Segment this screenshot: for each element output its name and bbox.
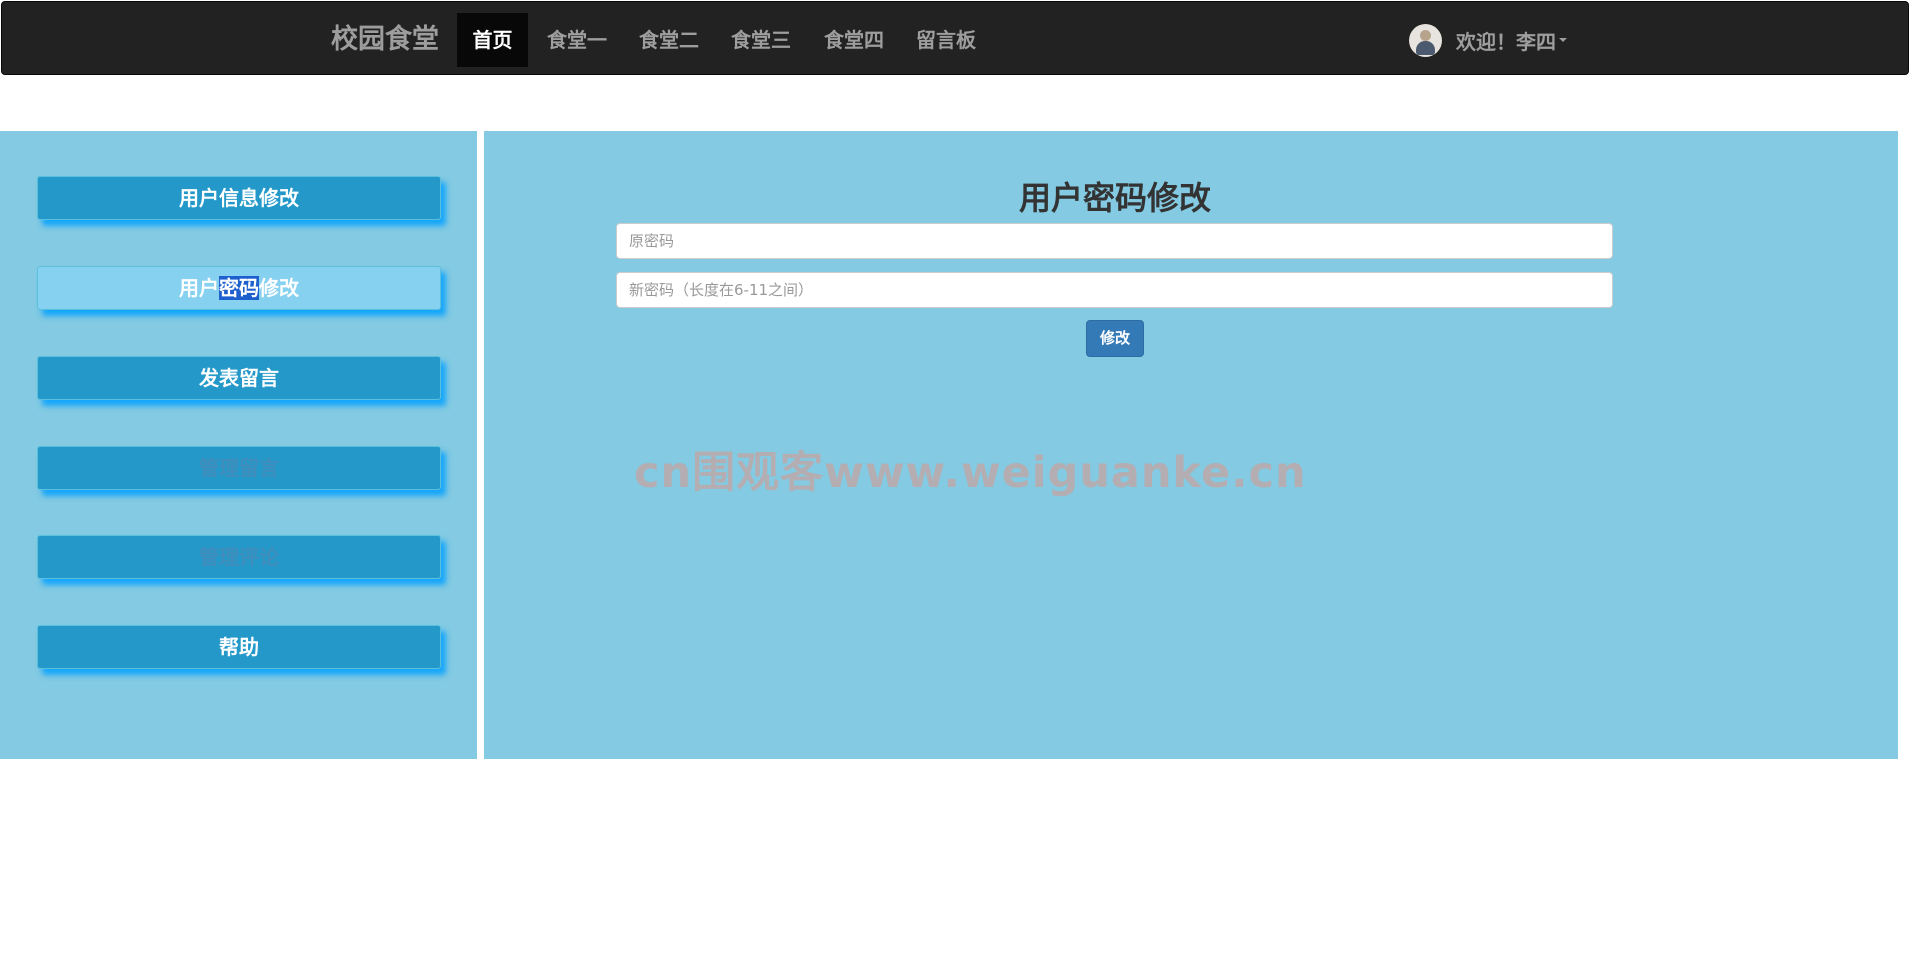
watermark: cn围观客www.weiguanke.cn [634, 448, 1307, 498]
nav-item-canteen-1[interactable]: 食堂一 [537, 13, 617, 67]
sidebar-item-manage-messages[interactable]: 管理留言 [37, 446, 441, 490]
nav-item-canteen-4[interactable]: 食堂四 [814, 13, 894, 67]
nav-item-message-board[interactable]: 留言板 [906, 13, 986, 67]
nav-item-canteen-2[interactable]: 食堂二 [629, 13, 709, 67]
sidebar: 用户信息修改 用户密码修改 发表留言 管理留言 管理评论 帮助 [0, 131, 477, 759]
sidebar-item-post-message[interactable]: 发表留言 [37, 356, 441, 400]
sidebar-item-label: 修改 [259, 276, 299, 300]
brand-logo[interactable]: 校园食堂 [331, 20, 439, 60]
nav-item-canteen-3[interactable]: 食堂三 [721, 13, 801, 67]
top-navbar: 校园食堂 首页 食堂一 食堂二 食堂三 食堂四 留言板 欢迎！李四 [1, 1, 1909, 75]
page-title: 用户密码修改 [1018, 179, 1211, 217]
sidebar-item-label: 用户 [179, 276, 219, 300]
sidebar-item-change-password[interactable]: 用户密码修改 [37, 266, 441, 310]
user-avatar-icon [1409, 23, 1442, 57]
sidebar-item-help[interactable]: 帮助 [37, 625, 441, 669]
new-password-input[interactable] [616, 272, 1613, 308]
caret-down-icon [1559, 38, 1567, 42]
welcome-text: 欢迎！李四 [1456, 29, 1556, 54]
old-password-input[interactable] [616, 223, 1613, 259]
sidebar-item-manage-comments[interactable]: 管理评论 [37, 535, 441, 579]
user-menu[interactable]: 欢迎！李四 [1409, 22, 1567, 58]
nav-item-home[interactable]: 首页 [457, 13, 528, 67]
text-selection-highlight: 密码 [219, 276, 259, 300]
submit-button[interactable]: 修改 [1086, 320, 1144, 357]
sidebar-item-edit-user-info[interactable]: 用户信息修改 [37, 176, 441, 220]
